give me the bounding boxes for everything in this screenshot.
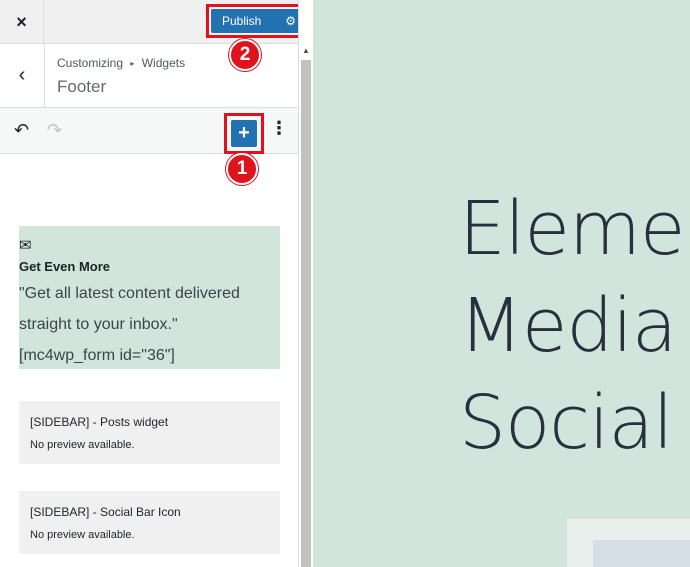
customizer-topbar: × Publish ⚙ <box>0 0 298 44</box>
widget-quote-text: "Get all latest content delivered straig… <box>19 285 240 333</box>
site-preview[interactable]: Elemen Media Social <box>313 0 690 567</box>
redo-icon[interactable]: ↷ <box>47 120 62 141</box>
email-signup-widget[interactable]: ✉ Get Even More "Get all latest content … <box>19 226 280 369</box>
add-block-button[interactable]: + <box>231 120 257 147</box>
block-toolbar: ↶ ↷ + ⋮ <box>0 108 298 154</box>
widget-preview-note: No preview available. <box>30 529 135 541</box>
annotation-badge-1: 1 <box>226 153 258 185</box>
sidebar-scrollbar-thumb[interactable] <box>301 60 311 567</box>
breadcrumb-parent: Customizing <box>57 56 124 70</box>
more-options-icon[interactable]: ⋮ <box>270 118 288 139</box>
posts-widget-block[interactable]: [SIDEBAR] - Posts widget No preview avai… <box>19 401 280 464</box>
social-bar-widget-block[interactable]: [SIDEBAR] - Social Bar Icon No preview a… <box>19 491 280 554</box>
annotation-badge-2: 2 <box>229 39 261 71</box>
hero-heading-line-1: Elemen <box>459 186 690 272</box>
gear-icon[interactable]: ⚙ <box>285 14 296 28</box>
scroll-up-arrow-icon[interactable]: ▲ <box>301 46 311 56</box>
back-chevron-icon[interactable]: ‹ <box>0 44 45 107</box>
widget-heading: Get Even More <box>19 259 111 274</box>
add-block-highlight: + <box>224 113 264 154</box>
widget-preview-note: No preview available. <box>30 439 135 451</box>
close-icon[interactable]: × <box>0 0 44 44</box>
publish-button[interactable]: Publish ⚙ <box>211 9 298 33</box>
envelope-icon: ✉ <box>19 237 32 254</box>
hero-heading-line-3: Social <box>459 380 673 466</box>
breadcrumb-separator-icon: ▸ <box>130 59 135 68</box>
publish-label: Publish <box>222 14 262 28</box>
preview-card-image <box>593 540 690 567</box>
widget-quote: "Get all latest content delivered straig… <box>19 278 280 371</box>
plus-icon: + <box>238 122 250 144</box>
publish-highlight: Publish ⚙ <box>206 4 298 38</box>
widget-area: ✉ Get Even More "Get all latest content … <box>0 154 298 567</box>
widget-title: [SIDEBAR] - Social Bar Icon <box>30 505 181 519</box>
section-title: Footer <box>57 77 107 96</box>
widget-shortcode: [mc4wp_form id="36"] <box>19 347 175 364</box>
breadcrumb: Customizing ▸ Widgets <box>57 56 185 70</box>
breadcrumb-child: Widgets <box>141 56 186 70</box>
undo-icon[interactable]: ↶ <box>14 120 29 141</box>
widget-title: [SIDEBAR] - Posts widget <box>30 415 169 429</box>
customizer-sidebar: × Publish ⚙ ‹ Customizing ▸ Widgets Foot… <box>0 0 299 567</box>
hero-heading-line-2: Media <box>459 283 677 369</box>
